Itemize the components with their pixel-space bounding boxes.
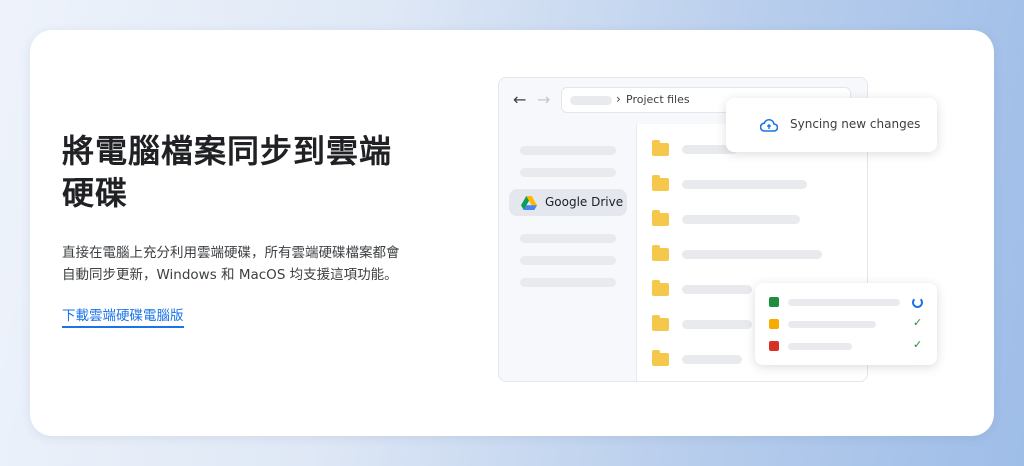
sidebar-item-google-drive: Google Drive xyxy=(509,189,627,216)
file-row-placeholder xyxy=(682,180,807,189)
sidebar-placeholder xyxy=(520,256,616,265)
file-name-placeholder xyxy=(788,299,900,306)
file-row-placeholder xyxy=(682,250,822,259)
chevron-right-icon: › xyxy=(616,92,621,106)
description: 直接在電腦上充分利用雲端硬碟，所有雲端硬碟檔案都會自動同步更新，Windows … xyxy=(62,245,400,283)
folder-icon xyxy=(652,140,669,156)
file-row-placeholder xyxy=(682,215,800,224)
image-icon xyxy=(769,341,779,351)
slides-icon xyxy=(769,319,779,329)
sync-status-popup: Syncing new changes xyxy=(726,98,937,152)
file-name-placeholder xyxy=(788,343,852,350)
folder-icon xyxy=(652,315,669,331)
sidebar-item-label: Google Drive xyxy=(545,195,624,209)
file-row-placeholder xyxy=(682,285,752,294)
arrow-forward-icon: → xyxy=(537,90,551,109)
hero-text: 將電腦檔案同步到雲端硬碟 直接在電腦上充分利用雲端硬碟，所有雲端硬碟檔案都會自動… xyxy=(62,130,402,328)
loading-spinner-icon xyxy=(912,297,923,308)
sheets-icon xyxy=(769,297,779,307)
file-name-placeholder xyxy=(788,321,876,328)
feature-card: 將電腦檔案同步到雲端硬碟 直接在電腦上充分利用雲端硬碟，所有雲端硬碟檔案都會自動… xyxy=(30,30,994,436)
check-icon: ✓ xyxy=(913,338,923,351)
sidebar-placeholder xyxy=(520,234,616,243)
cloud-sync-icon xyxy=(760,118,778,132)
window-sidebar: Google Drive xyxy=(499,124,637,381)
folder-icon xyxy=(652,210,669,226)
folder-icon xyxy=(652,175,669,191)
sync-status-label: Syncing new changes xyxy=(790,117,921,131)
folder-icon xyxy=(652,350,669,366)
upload-progress-list: ✓ ✓ xyxy=(755,283,937,365)
sidebar-placeholder xyxy=(520,278,616,287)
folder-icon xyxy=(652,280,669,296)
breadcrumb-placeholder xyxy=(570,96,612,105)
check-icon: ✓ xyxy=(913,316,923,329)
sidebar-placeholder xyxy=(520,168,616,177)
file-row-placeholder xyxy=(682,355,742,364)
google-drive-icon xyxy=(521,196,537,210)
sidebar-placeholder xyxy=(520,146,616,155)
folder-icon xyxy=(652,245,669,261)
file-row-placeholder xyxy=(682,320,752,329)
breadcrumb-label: Project files xyxy=(626,93,690,106)
download-drive-desktop-link[interactable]: 下載雲端硬碟電腦版 xyxy=(62,304,184,328)
page-title: 將電腦檔案同步到雲端硬碟 xyxy=(62,132,393,212)
arrow-back-icon: ← xyxy=(513,90,527,109)
